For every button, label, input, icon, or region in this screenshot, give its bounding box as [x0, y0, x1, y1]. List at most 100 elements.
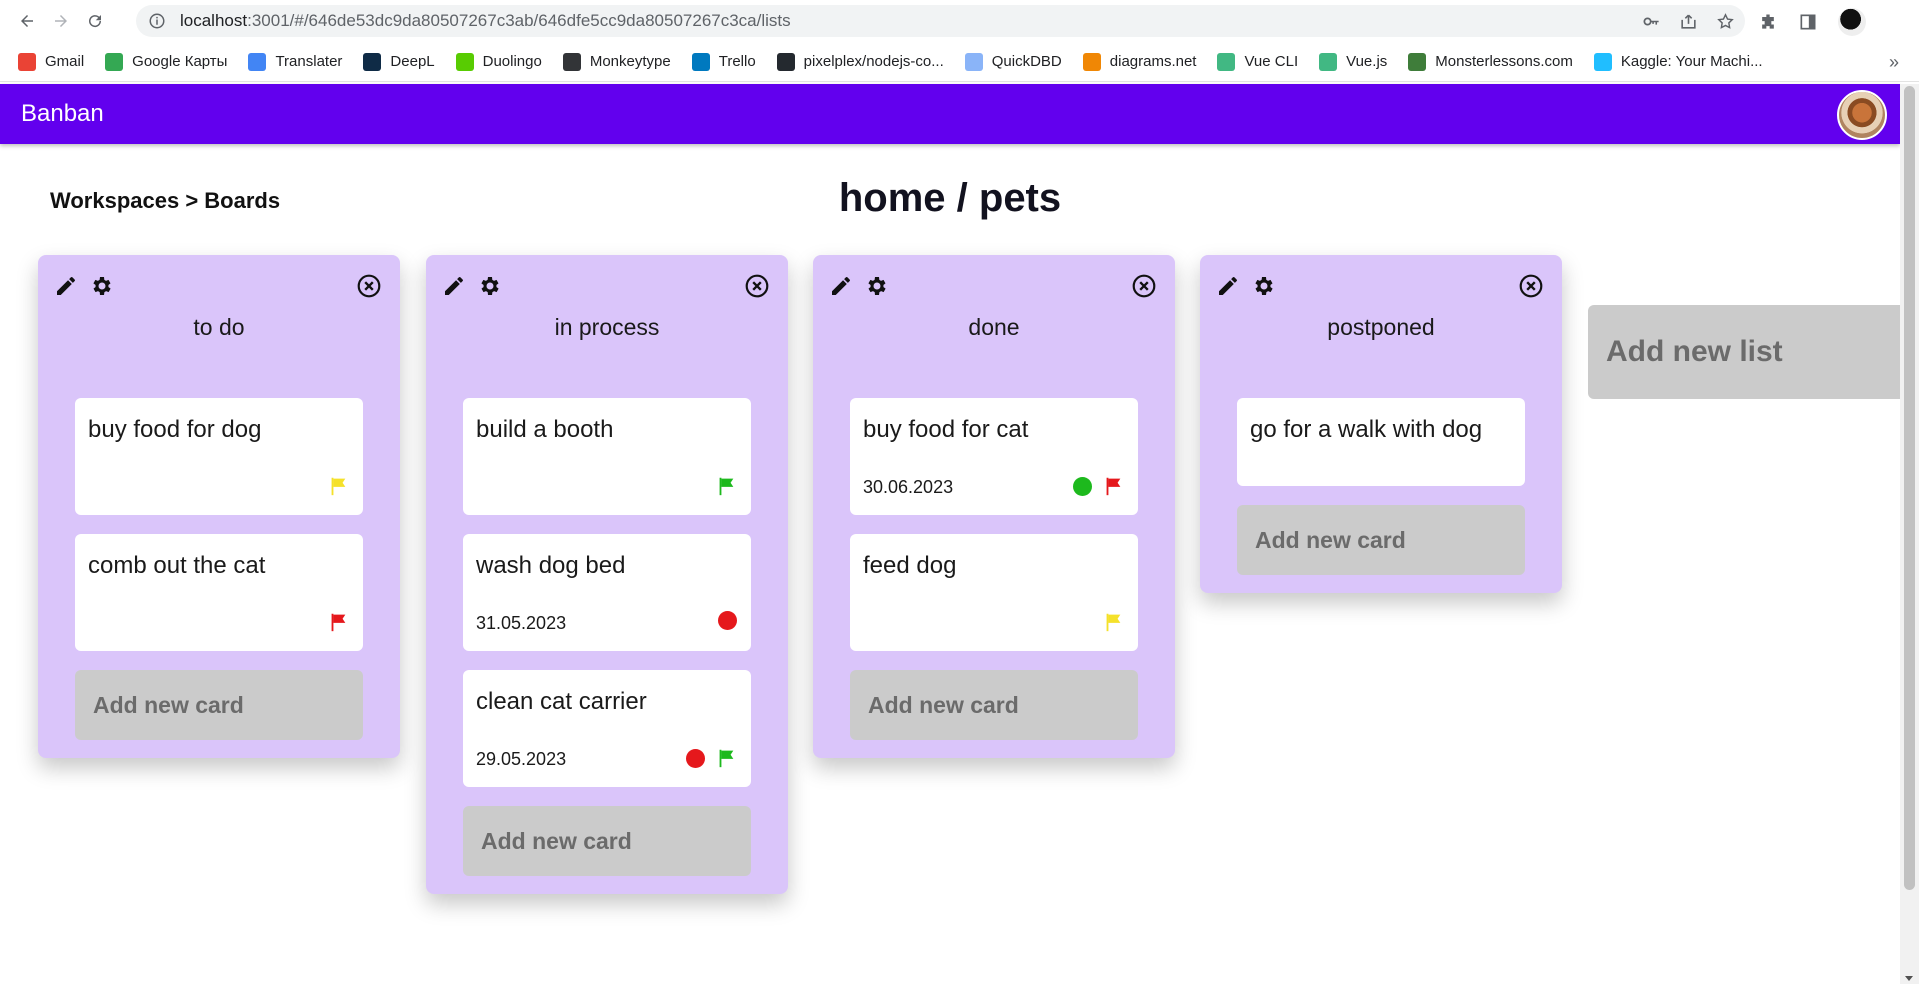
- google-maps-icon: [105, 52, 124, 71]
- bookmark-label: Translater: [275, 53, 343, 70]
- bookmark-item[interactable]: Monkeytype: [562, 52, 671, 71]
- card-list: buy food for cat 30.06.2023 feed dog Add ne…: [813, 398, 1175, 740]
- card-due-date: 29.05.2023: [476, 749, 567, 769]
- list-toolbar: [1200, 255, 1562, 317]
- address-bar[interactable]: localhost:3001/#/646de53dc9da80507267c3a…: [136, 5, 1745, 37]
- priority-flag-icon: [327, 611, 349, 633]
- quickdbd-icon: [964, 52, 983, 71]
- card[interactable]: build a booth: [463, 398, 751, 515]
- card[interactable]: buy food for cat 30.06.2023: [850, 398, 1138, 515]
- avatar[interactable]: [1837, 90, 1887, 140]
- bookmark-item[interactable]: Translater: [248, 52, 343, 71]
- bookmark-item[interactable]: diagrams.net: [1082, 52, 1196, 71]
- bookmark-label: Kaggle: Your Machi...: [1620, 53, 1763, 70]
- translate-icon: [248, 52, 267, 71]
- url-path: :3001/#/646de53dc9da80507267c3ab/646dfe5…: [247, 11, 791, 30]
- card-title: go for a walk with dog: [1250, 416, 1483, 443]
- extensions-icon[interactable]: [1758, 12, 1778, 32]
- edit-icon[interactable]: [829, 274, 853, 298]
- bookmark-item[interactable]: pixelplex/nodejs-co...: [776, 52, 944, 71]
- forward-button[interactable]: [44, 4, 78, 38]
- add-card-button[interactable]: Add new card: [850, 670, 1138, 740]
- priority-flag-icon: [1102, 475, 1124, 497]
- card-markers: [327, 475, 349, 497]
- list-title: done: [968, 314, 1020, 340]
- card-markers: [327, 611, 349, 633]
- priority-flag-icon: [327, 475, 349, 497]
- card-markers: [718, 611, 737, 630]
- list-column: postponed go for a walk with dog Add new c…: [1200, 255, 1562, 593]
- card-due-date: 31.05.2023: [476, 613, 567, 633]
- card[interactable]: clean cat carrier 29.05.2023: [463, 670, 751, 787]
- list-title: in process: [554, 314, 660, 340]
- list-toolbar: [38, 255, 400, 317]
- close-icon[interactable]: [1518, 273, 1544, 299]
- url-host: localhost: [180, 11, 248, 30]
- bookmark-item[interactable]: Monsterlessons.com: [1408, 52, 1573, 71]
- deepl-icon: [363, 52, 382, 71]
- card-title: wash dog bed: [476, 552, 626, 579]
- key-icon[interactable]: [1642, 12, 1661, 31]
- card-list: buy food for dog comb out the cat Add new …: [38, 398, 400, 740]
- bookmark-item[interactable]: Vue CLI: [1217, 52, 1298, 71]
- bookmark-item[interactable]: Kaggle: Your Machi...: [1593, 52, 1763, 71]
- bookmark-item[interactable]: Vue.js: [1319, 52, 1387, 71]
- scrollbar[interactable]: [1900, 84, 1919, 984]
- edit-icon[interactable]: [1216, 274, 1240, 298]
- bookmark-item[interactable]: Trello: [691, 52, 756, 71]
- star-icon[interactable]: [1716, 12, 1735, 31]
- status-dot-icon: [718, 611, 737, 630]
- card-list: go for a walk with dog Add new card: [1200, 398, 1562, 575]
- card[interactable]: wash dog bed 31.05.2023: [463, 534, 751, 651]
- bookmarks-more-icon[interactable]: »: [1889, 52, 1899, 73]
- bookmark-label: pixelplex/nodejs-co...: [803, 53, 944, 70]
- bookmark-item[interactable]: Duolingo: [455, 52, 542, 71]
- card-due-date: 30.06.2023: [863, 477, 954, 497]
- browser-profile-avatar[interactable]: [1838, 8, 1866, 36]
- vue-icon: [1217, 52, 1236, 71]
- gear-icon[interactable]: [478, 274, 502, 298]
- list-title: postponed: [1327, 314, 1435, 340]
- add-card-button[interactable]: Add new card: [463, 806, 751, 876]
- bookmark-item[interactable]: Gmail: [18, 52, 84, 71]
- browser-toolbar: localhost:3001/#/646de53dc9da80507267c3a…: [0, 0, 1919, 42]
- add-card-button[interactable]: Add new card: [1237, 505, 1525, 575]
- card[interactable]: feed dog: [850, 534, 1138, 651]
- bookmark-item[interactable]: Google Карты: [105, 52, 228, 71]
- close-icon[interactable]: [1131, 273, 1157, 299]
- add-card-button[interactable]: Add new card: [75, 670, 363, 740]
- bookmark-label: Monsterlessons.com: [1435, 53, 1573, 70]
- list-column: in process build a booth wash dog bed 31.05…: [426, 255, 788, 894]
- list-column: to do buy food for dog comb out the cat Add…: [38, 255, 400, 758]
- reload-button[interactable]: [78, 4, 112, 38]
- gear-icon[interactable]: [90, 274, 114, 298]
- gear-icon[interactable]: [865, 274, 889, 298]
- card[interactable]: buy food for dog: [75, 398, 363, 515]
- arrow-left-icon: [21, 15, 33, 27]
- bookmark-item[interactable]: QuickDBD: [964, 52, 1062, 71]
- back-button[interactable]: [10, 4, 44, 38]
- site-info-icon[interactable]: [148, 12, 166, 30]
- priority-flag-icon: [1102, 611, 1124, 633]
- card[interactable]: go for a walk with dog: [1237, 398, 1525, 486]
- scroll-down-arrow-icon[interactable]: [1905, 976, 1913, 981]
- side-panel-icon[interactable]: [1798, 12, 1818, 32]
- card[interactable]: comb out the cat: [75, 534, 363, 651]
- edit-icon[interactable]: [442, 274, 466, 298]
- list-title: to do: [193, 314, 245, 340]
- share-icon[interactable]: [1679, 12, 1698, 31]
- app-title[interactable]: Banban: [21, 100, 104, 128]
- scroll-thumb[interactable]: [1904, 86, 1915, 890]
- gear-icon[interactable]: [1252, 274, 1276, 298]
- add-list-button[interactable]: Add new list: [1588, 305, 1900, 399]
- card-markers: [1073, 475, 1124, 497]
- edit-icon[interactable]: [54, 274, 78, 298]
- bookmark-label: Monkeytype: [589, 53, 671, 70]
- duolingo-icon: [455, 52, 474, 71]
- close-icon[interactable]: [744, 273, 770, 299]
- bookmark-label: Google Карты: [132, 53, 228, 70]
- bookmark-label: QuickDBD: [991, 53, 1062, 70]
- bookmarks-bar: Gmail Google Карты Translater DeepL Duolingo…: [0, 42, 1919, 82]
- bookmark-item[interactable]: DeepL: [363, 52, 435, 71]
- close-icon[interactable]: [356, 273, 382, 299]
